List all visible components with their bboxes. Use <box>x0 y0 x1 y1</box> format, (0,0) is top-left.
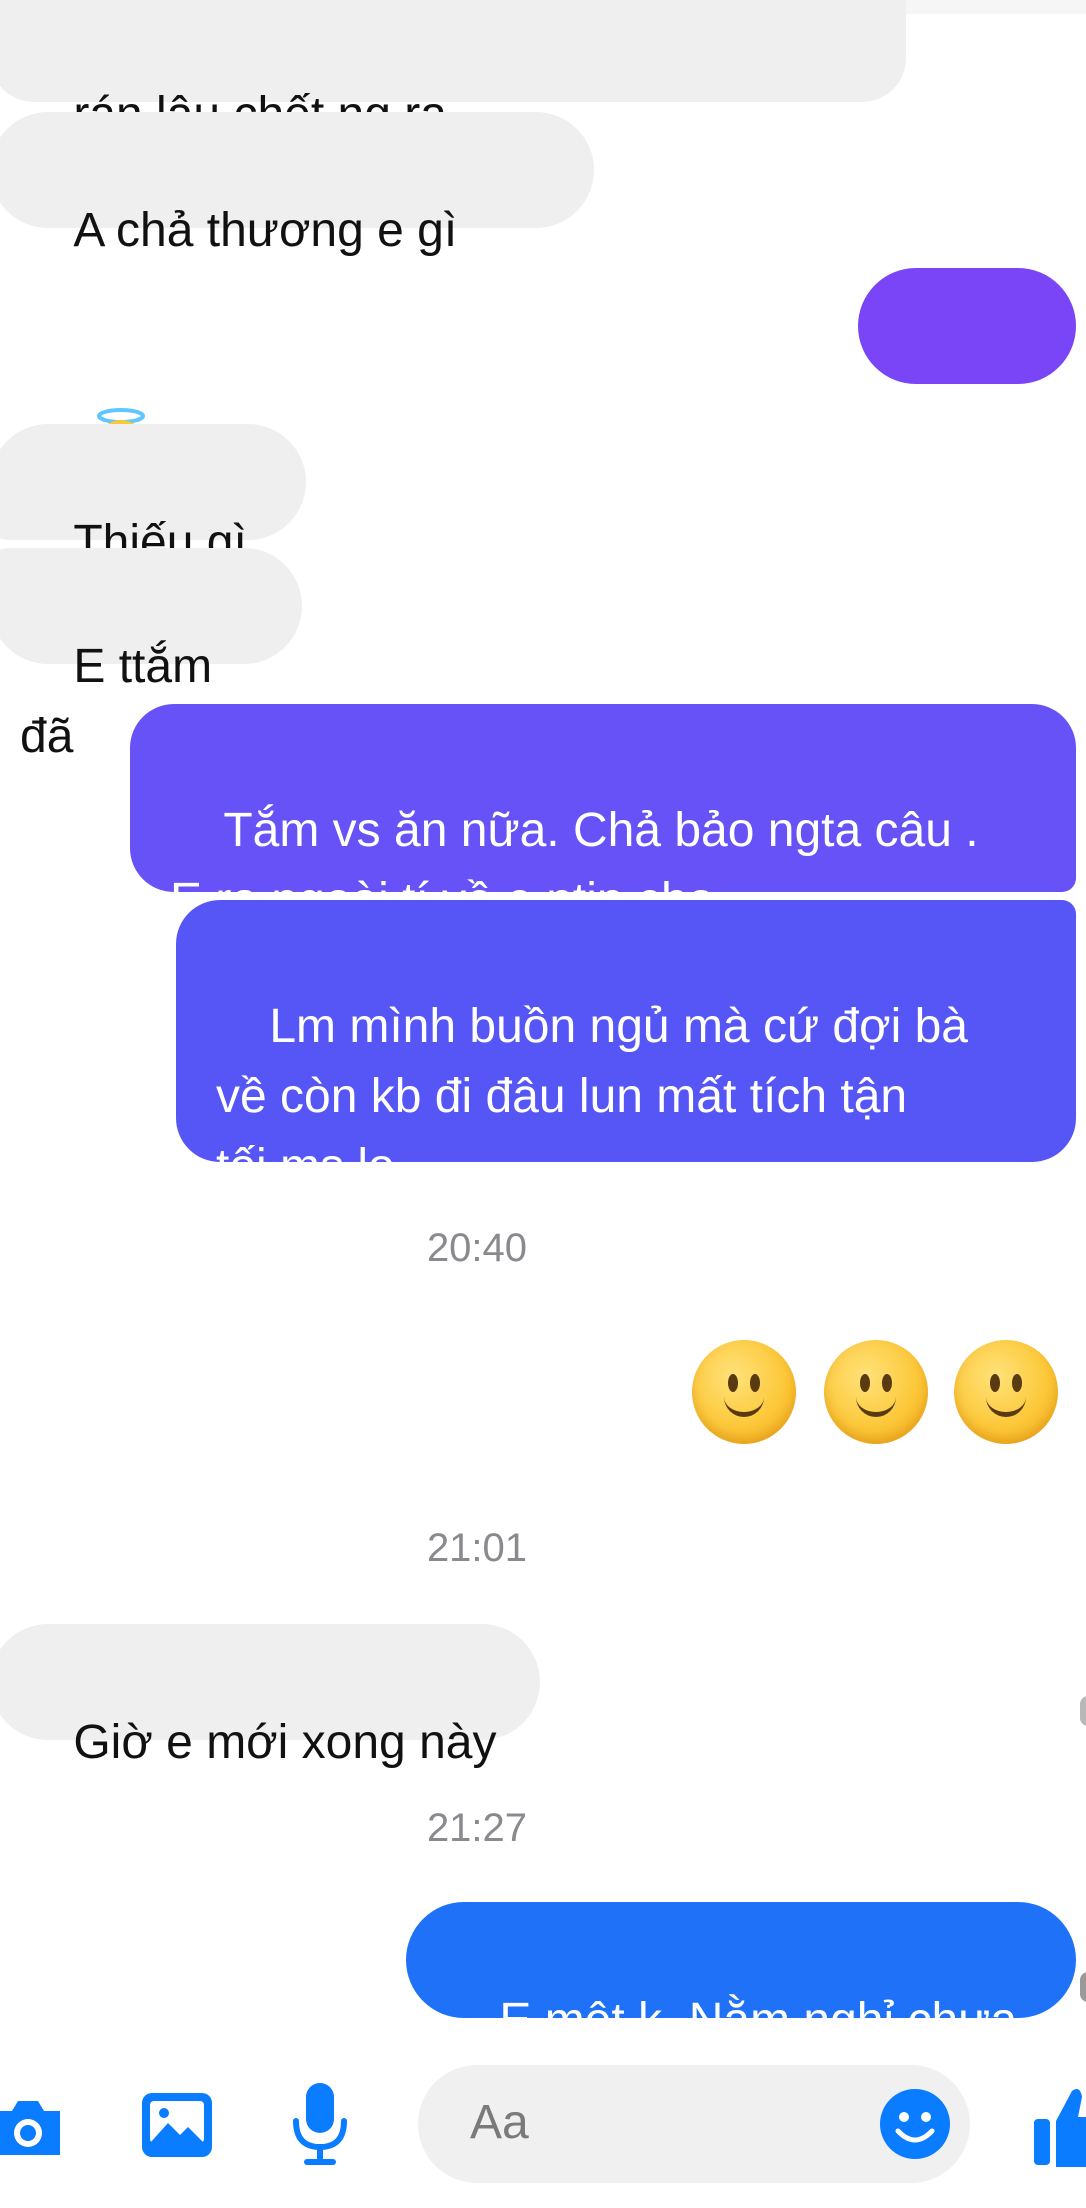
composer-bar: Aa <box>0 2055 1086 2195</box>
message-bubble-outgoing[interactable]: Lm mình buồn ngủ mà cứ đợi bà về còn kb … <box>176 900 1076 1193</box>
gallery-icon[interactable] <box>140 2091 214 2161</box>
like-icon[interactable] <box>1030 2079 1086 2169</box>
read-receipt-avatar <box>1080 1972 1086 2002</box>
message-bubble-incoming[interactable]: E ttắm đã <box>0 548 302 763</box>
read-receipt-avatar <box>1080 1696 1086 1726</box>
emoji-message[interactable] <box>692 1340 1064 1448</box>
smiling-face-with-halo-icon <box>89 266 153 468</box>
message-text: E mệt k. Nằm nghỉ chưa <box>499 1994 1018 2047</box>
message-bubble-incoming[interactable]: Giờ e mới xong này <box>0 1624 540 1769</box>
message-bubble-incoming[interactable]: Thiếu gì ạ <box>0 424 306 639</box>
chat-screen: rán lâu chết ng ra A chả thương e gì Thi… <box>0 0 1086 2208</box>
message-input-placeholder: Aa <box>470 2096 529 2149</box>
microphone-icon[interactable] <box>290 2081 350 2171</box>
message-text: Lm mình buồn ngủ mà cứ đợi bà về còn kb … <box>216 1000 968 1193</box>
emoji-icon[interactable] <box>878 2087 952 2161</box>
timestamp: 21:01 <box>426 1526 528 1570</box>
camera-icon[interactable] <box>0 2095 72 2159</box>
message-input[interactable]: Aa <box>418 2065 970 2183</box>
timestamp: 21:27 <box>426 1806 528 1850</box>
message-bubble-outgoing[interactable]: E mệt k. Nằm nghỉ chưa <box>406 1902 1076 2047</box>
slightly-smiling-face-icon <box>954 1340 1058 1444</box>
slightly-smiling-face-icon <box>692 1340 796 1444</box>
message-bubble-incoming[interactable]: A chả thương e gì <box>0 112 594 468</box>
slightly-smiling-face-icon <box>824 1340 928 1444</box>
message-text: A chả thương e gì <box>73 204 458 257</box>
timestamp: 20:40 <box>426 1226 528 1270</box>
message-text: Thiếu <box>888 430 1009 483</box>
message-bubble-outgoing[interactable]: Tắm vs ăn nữa. Chả bảo ngta câu . E ra n… <box>130 704 1076 927</box>
message-text: Giờ e mới xong này <box>73 1716 497 1769</box>
message-bubble-outgoing[interactable]: Thiếu <box>858 268 1076 483</box>
message-bubble-incoming[interactable]: rán lâu chết ng ra <box>0 0 906 141</box>
